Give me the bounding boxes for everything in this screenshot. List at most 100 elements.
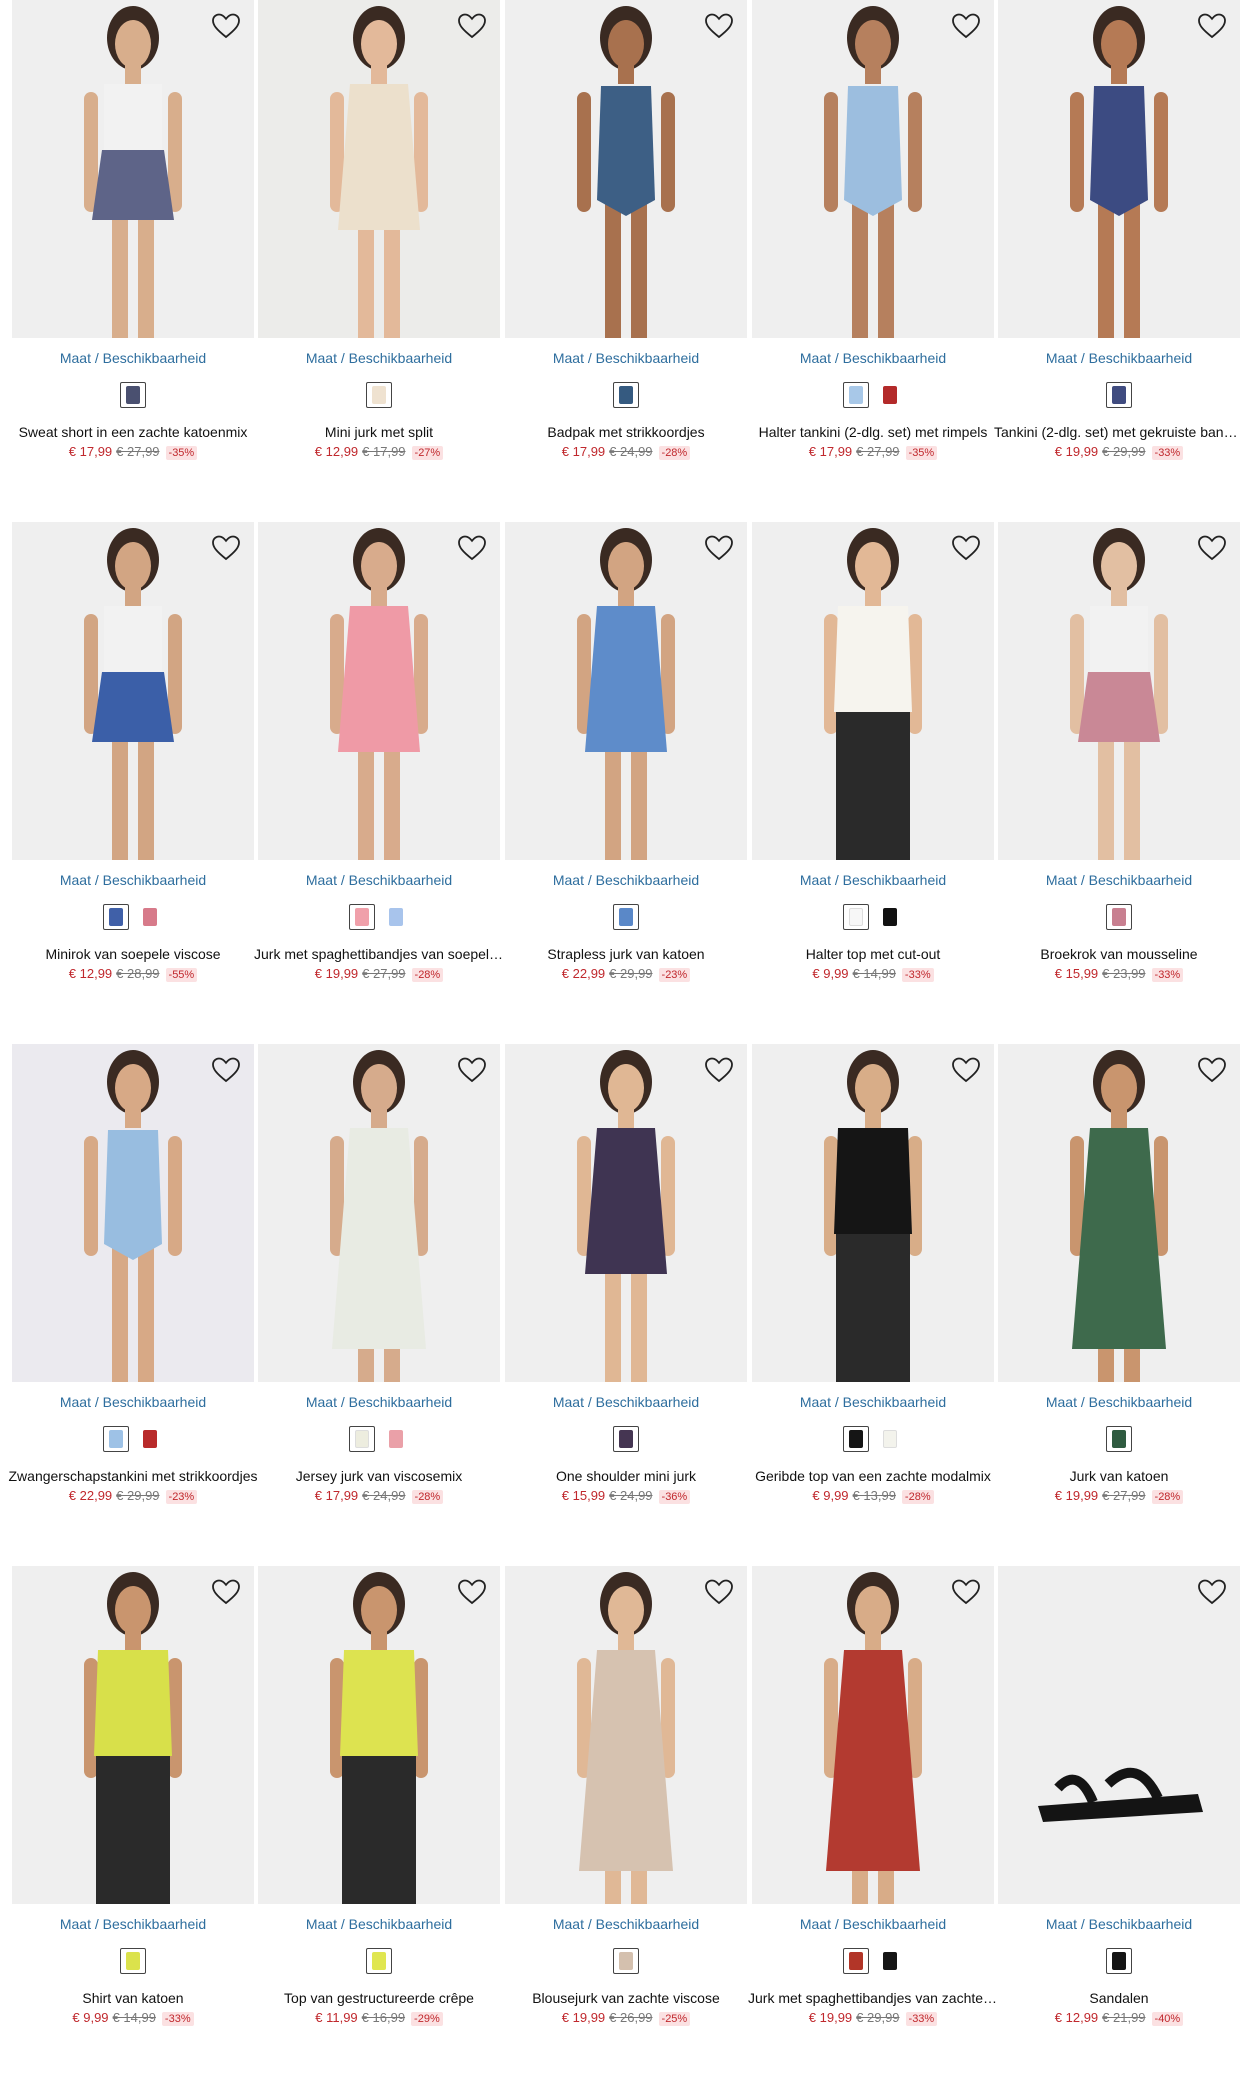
size-availability-link[interactable]: Maat / Beschikbaarheid xyxy=(505,350,747,366)
size-availability-link[interactable]: Maat / Beschikbaarheid xyxy=(12,872,254,888)
product-name[interactable]: Broekrok van mousseline xyxy=(994,946,1244,962)
color-swatch[interactable] xyxy=(383,904,409,930)
color-swatch[interactable] xyxy=(1106,904,1132,930)
product-name[interactable]: Halter top met cut-out xyxy=(748,946,998,962)
color-swatch[interactable] xyxy=(1106,1948,1132,1974)
product-image[interactable] xyxy=(505,1044,747,1382)
heart-icon[interactable] xyxy=(1196,1054,1228,1086)
product-image[interactable] xyxy=(12,0,254,338)
product-image[interactable] xyxy=(12,1044,254,1382)
color-swatch[interactable] xyxy=(1106,382,1132,408)
product-name[interactable]: Badpak met strikkoordjes xyxy=(501,424,751,440)
color-swatch[interactable] xyxy=(1106,1426,1132,1452)
color-swatch[interactable] xyxy=(613,904,639,930)
product-name[interactable]: Geribde top van een zachte modalmix xyxy=(748,1468,998,1484)
product-image[interactable] xyxy=(258,522,500,860)
size-availability-link[interactable]: Maat / Beschikbaarheid xyxy=(258,1916,500,1932)
size-availability-link[interactable]: Maat / Beschikbaarheid xyxy=(998,1394,1240,1410)
color-swatch[interactable] xyxy=(366,1948,392,1974)
color-swatch[interactable] xyxy=(349,904,375,930)
product-image[interactable] xyxy=(12,1566,254,1904)
product-name[interactable]: Halter tankini (2-dlg. set) met rimpels xyxy=(748,424,998,440)
heart-icon[interactable] xyxy=(456,1054,488,1086)
color-swatch[interactable] xyxy=(137,1426,163,1452)
heart-icon[interactable] xyxy=(210,10,242,42)
product-name[interactable]: Mini jurk met split xyxy=(254,424,504,440)
size-availability-link[interactable]: Maat / Beschikbaarheid xyxy=(258,350,500,366)
color-swatch[interactable] xyxy=(877,904,903,930)
product-name[interactable]: One shoulder mini jurk xyxy=(501,1468,751,1484)
size-availability-link[interactable]: Maat / Beschikbaarheid xyxy=(12,1394,254,1410)
color-swatch[interactable] xyxy=(843,382,869,408)
product-image[interactable] xyxy=(258,1044,500,1382)
product-image[interactable] xyxy=(258,0,500,338)
product-image[interactable] xyxy=(505,0,747,338)
size-availability-link[interactable]: Maat / Beschikbaarheid xyxy=(505,872,747,888)
heart-icon[interactable] xyxy=(456,1576,488,1608)
size-availability-link[interactable]: Maat / Beschikbaarheid xyxy=(258,872,500,888)
heart-icon[interactable] xyxy=(703,10,735,42)
size-availability-link[interactable]: Maat / Beschikbaarheid xyxy=(752,1916,994,1932)
color-swatch[interactable] xyxy=(613,1426,639,1452)
color-swatch[interactable] xyxy=(843,1426,869,1452)
heart-icon[interactable] xyxy=(703,1576,735,1608)
product-name[interactable]: Jersey jurk van viscosemix xyxy=(254,1468,504,1484)
product-name[interactable]: Sandalen xyxy=(994,1990,1244,2006)
color-swatch[interactable] xyxy=(613,1948,639,1974)
heart-icon[interactable] xyxy=(210,532,242,564)
color-swatch[interactable] xyxy=(120,1948,146,1974)
color-swatch[interactable] xyxy=(383,1426,409,1452)
size-availability-link[interactable]: Maat / Beschikbaarheid xyxy=(998,872,1240,888)
size-availability-link[interactable]: Maat / Beschikbaarheid xyxy=(998,1916,1240,1932)
product-name[interactable]: Zwangerschapstankini met strikkoordjes xyxy=(8,1468,258,1484)
heart-icon[interactable] xyxy=(950,1054,982,1086)
product-name[interactable]: Blousejurk van zachte viscose xyxy=(501,1990,751,2006)
product-image[interactable] xyxy=(505,1566,747,1904)
product-name[interactable]: Jurk met spaghettibandjes van soepele vi… xyxy=(254,946,504,962)
color-swatch[interactable] xyxy=(366,382,392,408)
size-availability-link[interactable]: Maat / Beschikbaarheid xyxy=(752,350,994,366)
product-name[interactable]: Strapless jurk van katoen xyxy=(501,946,751,962)
heart-icon[interactable] xyxy=(210,1576,242,1608)
heart-icon[interactable] xyxy=(456,10,488,42)
color-swatch[interactable] xyxy=(120,382,146,408)
heart-icon[interactable] xyxy=(950,1576,982,1608)
color-swatch[interactable] xyxy=(843,904,869,930)
product-image[interactable] xyxy=(752,1566,994,1904)
color-swatch[interactable] xyxy=(103,904,129,930)
color-swatch[interactable] xyxy=(877,1426,903,1452)
color-swatch[interactable] xyxy=(103,1426,129,1452)
heart-icon[interactable] xyxy=(456,532,488,564)
color-swatch[interactable] xyxy=(613,382,639,408)
product-image[interactable] xyxy=(752,0,994,338)
color-swatch[interactable] xyxy=(137,904,163,930)
size-availability-link[interactable]: Maat / Beschikbaarheid xyxy=(12,350,254,366)
heart-icon[interactable] xyxy=(1196,10,1228,42)
size-availability-link[interactable]: Maat / Beschikbaarheid xyxy=(258,1394,500,1410)
product-image[interactable] xyxy=(12,522,254,860)
size-availability-link[interactable]: Maat / Beschikbaarheid xyxy=(752,1394,994,1410)
color-swatch[interactable] xyxy=(877,382,903,408)
color-swatch[interactable] xyxy=(843,1948,869,1974)
size-availability-link[interactable]: Maat / Beschikbaarheid xyxy=(505,1394,747,1410)
product-name[interactable]: Minirok van soepele viscose xyxy=(8,946,258,962)
color-swatch[interactable] xyxy=(349,1426,375,1452)
size-availability-link[interactable]: Maat / Beschikbaarheid xyxy=(505,1916,747,1932)
heart-icon[interactable] xyxy=(703,532,735,564)
product-name[interactable]: Jurk met spaghettibandjes van zachte vis… xyxy=(748,1990,998,2006)
size-availability-link[interactable]: Maat / Beschikbaarheid xyxy=(12,1916,254,1932)
color-swatch[interactable] xyxy=(877,1948,903,1974)
heart-icon[interactable] xyxy=(210,1054,242,1086)
size-availability-link[interactable]: Maat / Beschikbaarheid xyxy=(998,350,1240,366)
heart-icon[interactable] xyxy=(703,1054,735,1086)
heart-icon[interactable] xyxy=(950,532,982,564)
product-image[interactable] xyxy=(505,522,747,860)
product-image[interactable] xyxy=(752,522,994,860)
product-image[interactable] xyxy=(998,1044,1240,1382)
product-name[interactable]: Top van gestructureerde crêpe xyxy=(254,1990,504,2006)
product-image[interactable] xyxy=(258,1566,500,1904)
heart-icon[interactable] xyxy=(950,10,982,42)
product-name[interactable]: Tankini (2-dlg. set) met gekruiste bandj… xyxy=(994,424,1244,440)
heart-icon[interactable] xyxy=(1196,1576,1228,1608)
product-image[interactable] xyxy=(998,0,1240,338)
